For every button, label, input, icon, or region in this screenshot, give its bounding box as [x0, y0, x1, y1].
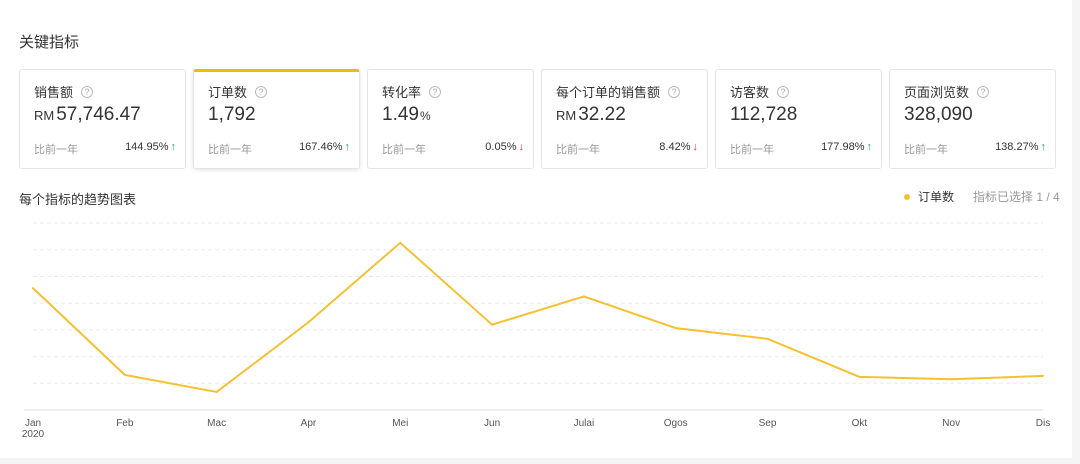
year-label: 2020: [22, 429, 45, 440]
x-tick-label: Ogos: [664, 418, 688, 429]
x-tick-label: Mei: [392, 418, 408, 429]
data-point[interactable]: [32, 287, 34, 290]
data-point[interactable]: [950, 378, 953, 381]
x-tick-label: Jun: [484, 418, 500, 429]
data-point[interactable]: [674, 327, 677, 330]
data-point[interactable]: [123, 373, 126, 376]
x-tick-label: Apr: [301, 418, 317, 429]
x-tick-label: Nov: [942, 418, 960, 429]
data-point[interactable]: [582, 295, 585, 298]
x-tick-label: Sep: [759, 418, 777, 429]
data-point[interactable]: [491, 323, 494, 326]
x-tick-label: Mac: [207, 418, 226, 429]
x-tick-label: Okt: [852, 418, 868, 429]
data-point[interactable]: [766, 337, 769, 340]
data-point[interactable]: [858, 375, 861, 378]
x-tick-label: Jan: [25, 418, 41, 429]
data-point[interactable]: [1042, 374, 1044, 377]
series-line: [32, 241, 1044, 394]
key-metrics-panel: 关键指标 销售额? RM 57,746.47 比前一年 144.95% ↑ 订单数? 1,79…: [0, 0, 1072, 458]
x-tick-label: Dis: [1036, 418, 1050, 429]
x-tick-label: Julai: [574, 418, 595, 429]
data-point[interactable]: [399, 241, 402, 244]
data-point[interactable]: [215, 390, 218, 393]
data-point[interactable]: [307, 321, 310, 324]
trend-chart: Jan Feb Mac Apr Mei Jun Julai Ogos Sep Okt Nov Dis 2…: [22, 222, 1050, 440]
x-tick-label: Feb: [116, 418, 134, 429]
